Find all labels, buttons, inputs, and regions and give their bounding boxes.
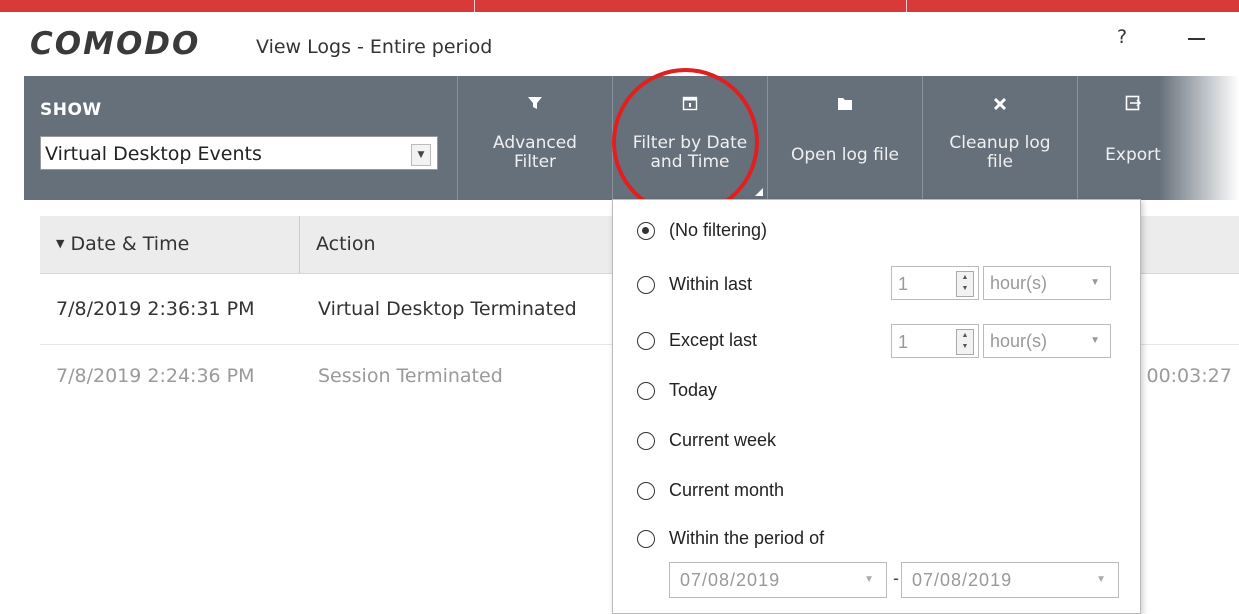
cell-action: Session Terminated [318,365,503,387]
title-bar: COMODO View Logs - Entire period ? [0,12,1239,76]
sort-desc-icon: ▼ [56,237,65,250]
period-to-date[interactable]: 07/08/2019 ▼ [901,562,1119,598]
radio[interactable] [637,432,655,450]
accent-divider [474,0,475,12]
within-last-stepper[interactable]: 1 ▲ ▼ [891,266,979,300]
radio[interactable] [637,276,655,294]
radio[interactable] [637,332,655,350]
radio[interactable] [637,530,655,548]
title-bar-accent [0,0,1239,12]
toolbar-fade [1159,76,1239,200]
show-label: SHOW [40,100,102,120]
stepper-arrows-icon[interactable]: ▲ ▼ [956,329,974,355]
show-dropdown[interactable]: Virtual Desktop Events ▼ [40,136,438,170]
advanced-filter-button[interactable]: Advanced Filter [457,76,612,200]
chevron-down-icon: ▼ [1090,277,1100,288]
submenu-indicator [755,188,763,196]
within-last-unit-select[interactable]: hour(s) ▼ [983,266,1111,300]
cell-action: Virtual Desktop Terminated [318,298,577,320]
date-filter-menu: (No filtering) Within last 1 ▲ ▼ hour(s) … [612,199,1141,614]
column-header-date[interactable]: ▼ Date & Time [40,216,300,274]
open-log-label: Open log file [790,145,900,165]
period-from-date[interactable]: 07/08/2019 ▼ [669,562,887,598]
open-log-button[interactable]: Open log file [767,76,922,200]
show-dropdown-value: Virtual Desktop Events [45,143,262,165]
cell-date: 7/8/2019 2:24:36 PM [56,365,255,387]
radio[interactable] [637,382,655,400]
radio[interactable] [637,482,655,500]
chevron-down-icon: ▼ [1096,574,1106,585]
calendar-icon [613,94,767,116]
chevron-down-icon[interactable]: ▼ [411,144,431,166]
filter-by-date-label: Filter by Date and Time [632,133,748,172]
cleanup-log-button[interactable]: Cleanup log file [922,76,1077,200]
comodo-logo: COMODO [30,26,201,62]
funnel-icon [458,94,612,116]
except-last-stepper[interactable]: 1 ▲ ▼ [891,324,979,358]
folder-icon [768,94,922,116]
toolbar: SHOW Virtual Desktop Events ▼ Advanced F… [24,76,1239,200]
window-title: View Logs - Entire period [256,36,493,58]
except-last-unit-select[interactable]: hour(s) ▼ [983,324,1111,358]
chevron-down-icon: ▼ [864,574,874,585]
cleanup-log-label: Cleanup log file [949,133,1051,172]
advanced-filter-label: Advanced Filter [493,133,577,172]
radio-selected[interactable] [637,222,655,240]
date-separator: - [893,568,899,588]
chevron-down-icon: ▼ [1090,335,1100,346]
accent-divider [906,0,907,12]
minimize-button[interactable] [1184,26,1208,50]
help-button[interactable]: ? [1112,26,1132,48]
x-icon [923,94,1077,116]
filter-by-date-button[interactable]: Filter by Date and Time [612,76,767,200]
stepper-arrows-icon[interactable]: ▲ ▼ [956,271,974,297]
cell-date: 7/8/2019 2:36:31 PM [56,298,255,320]
